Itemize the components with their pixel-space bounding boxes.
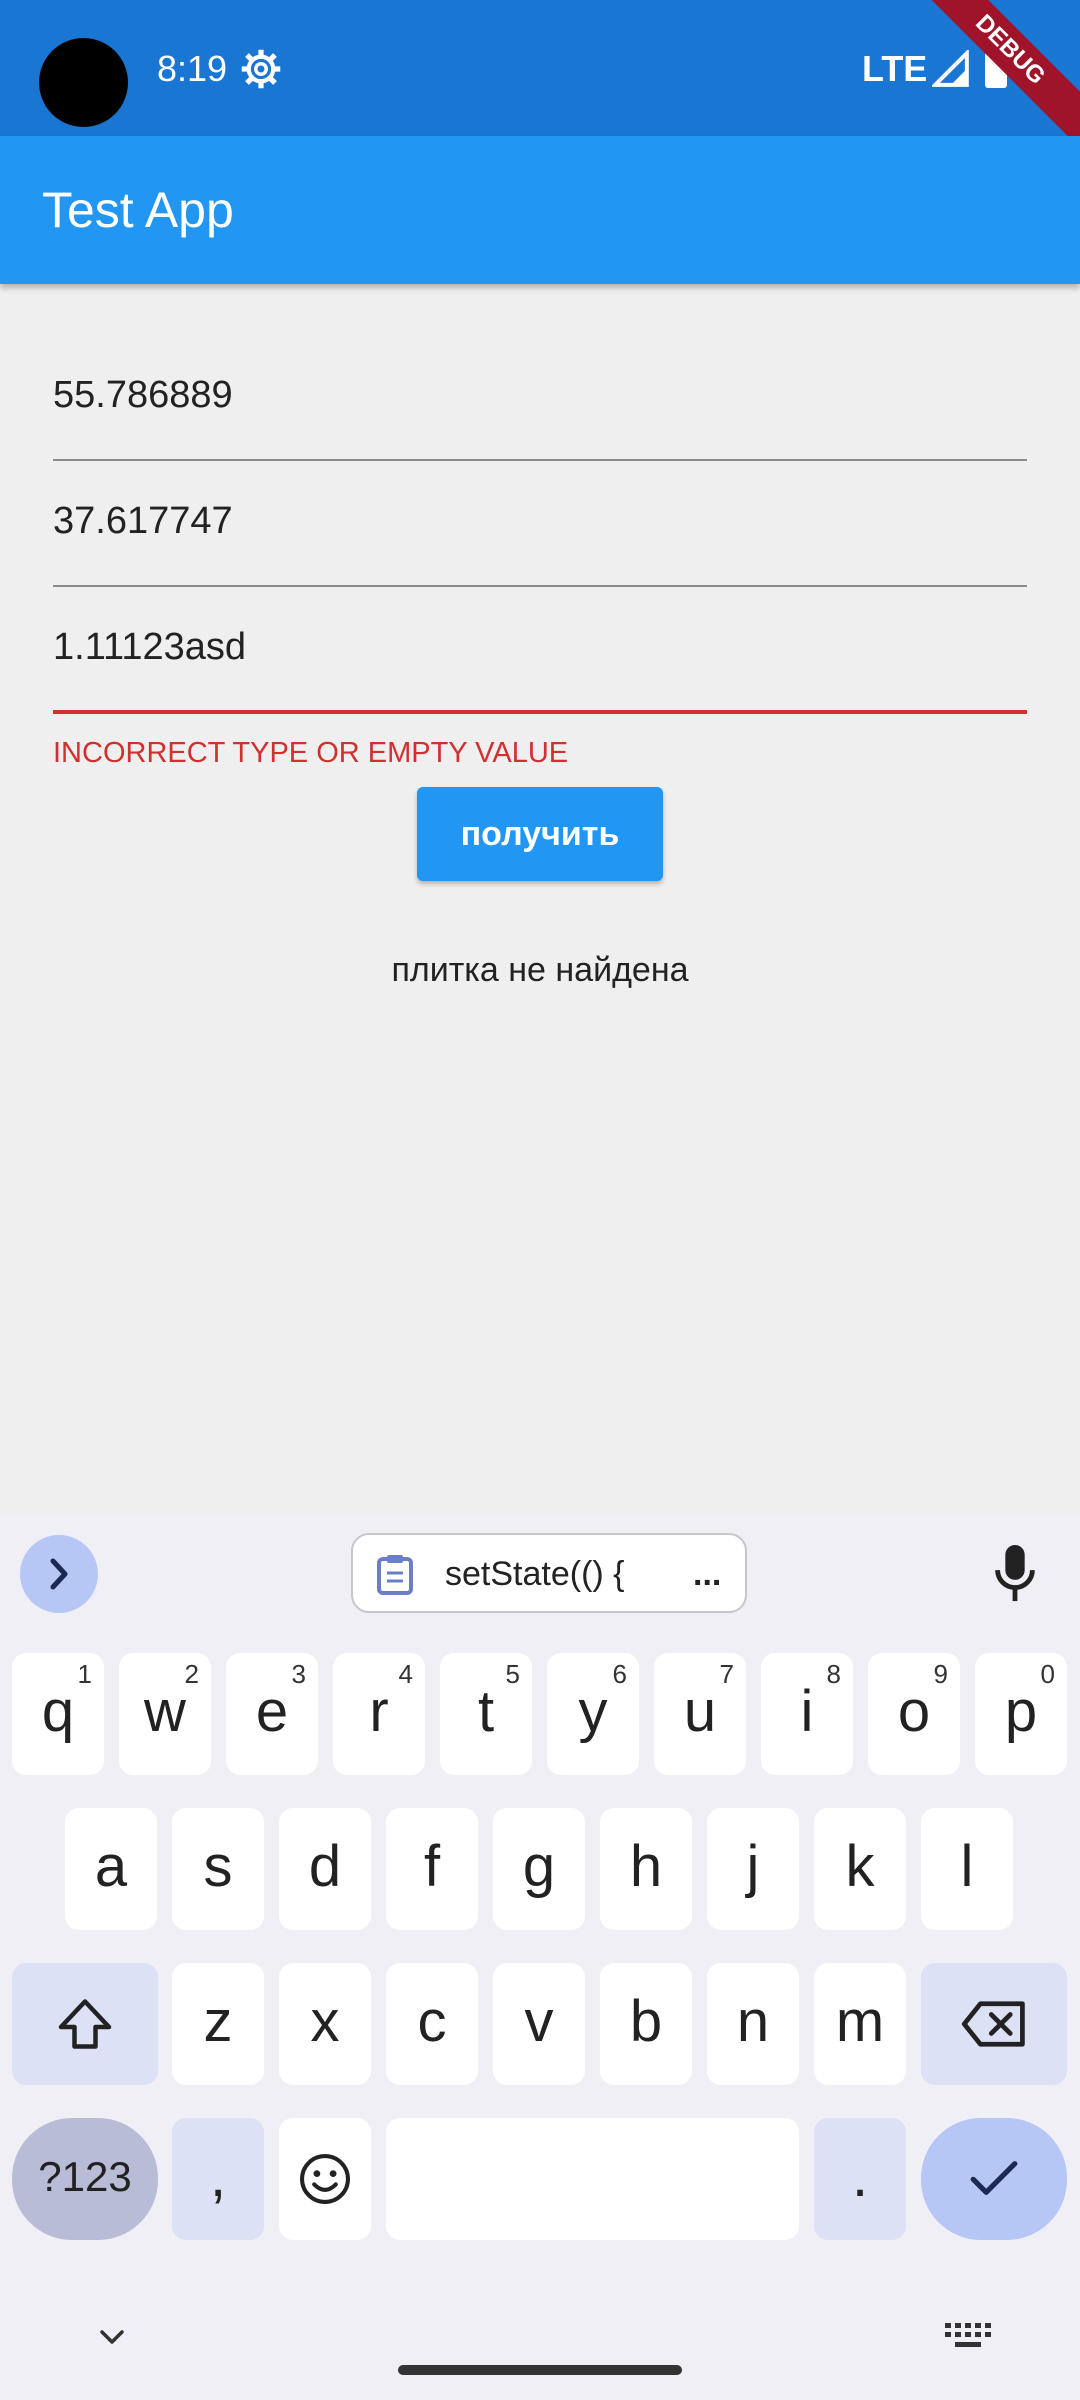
expand-toolbar-button[interactable]: [20, 1535, 98, 1613]
key-j[interactable]: j: [707, 1808, 799, 1930]
checkmark-icon: [970, 2161, 1018, 2195]
key-number-hint: 5: [505, 1659, 520, 1689]
debug-banner: DEBUG: [920, 0, 1080, 157]
key-number-hint: 4: [398, 1659, 413, 1689]
key-number-hint: 8: [826, 1659, 841, 1689]
hide-keyboard-chevron-icon[interactable]: [92, 2322, 132, 2352]
key-letter: o: [897, 1679, 931, 1744]
longitude-value[interactable]: 37.617747: [53, 496, 233, 546]
key-a[interactable]: a: [65, 1808, 157, 1930]
backspace-icon: [961, 2001, 1025, 2047]
key-number-hint: 0: [1040, 1659, 1055, 1689]
clipboard-text: setState(() {: [445, 1555, 625, 1593]
key-letter: i: [800, 1679, 814, 1744]
microphone-icon[interactable]: [995, 1545, 1035, 1603]
key-z[interactable]: z: [172, 1963, 264, 2085]
space-key[interactable]: [386, 2118, 799, 2240]
key-r[interactable]: r4: [333, 1653, 425, 1775]
key-p[interactable]: p0: [975, 1653, 1067, 1775]
key-n[interactable]: n: [707, 1963, 799, 2085]
key-y[interactable]: y6: [547, 1653, 639, 1775]
comma-key[interactable]: ,: [172, 2118, 264, 2240]
app-bar: Test App: [0, 136, 1080, 284]
key-letter: e: [255, 1679, 289, 1744]
get-button[interactable]: получить: [417, 787, 663, 881]
key-v[interactable]: v: [493, 1963, 585, 2085]
key-t[interactable]: t5: [440, 1653, 532, 1775]
period-key[interactable]: .: [814, 2118, 906, 2240]
key-b[interactable]: b: [600, 1963, 692, 2085]
key-number-hint: 1: [77, 1659, 92, 1689]
field-underline: [53, 459, 1027, 461]
result-text: плитка не найдена: [391, 951, 689, 989]
key-letter: w: [144, 1679, 186, 1744]
key-number-hint: 3: [291, 1659, 306, 1689]
key-f[interactable]: f: [386, 1808, 478, 1930]
field-underline-error: [53, 710, 1027, 714]
camera-cutout: [39, 38, 128, 127]
key-d[interactable]: d: [279, 1808, 371, 1930]
keyboard: setState(() { ... q1w2e3r4t5y6u7i8o9p0 a…: [0, 1515, 1080, 2400]
emoji-icon: [300, 2154, 350, 2204]
clipboard-icon: [377, 1555, 413, 1595]
symbols-key[interactable]: ?123: [12, 2118, 158, 2240]
home-indicator[interactable]: [398, 2365, 682, 2375]
field-underline: [53, 585, 1027, 587]
latitude-value[interactable]: 55.786889: [53, 370, 233, 420]
status-bar: 8:19 LTE DEBUG: [0, 0, 1080, 157]
error-message: INCORRECT TYPE OR EMPTY VALUE: [53, 737, 569, 769]
key-letter: y: [578, 1679, 608, 1744]
chevron-right-icon: [50, 1558, 68, 1590]
key-c[interactable]: c: [386, 1963, 478, 2085]
key-o[interactable]: o9: [868, 1653, 960, 1775]
key-x[interactable]: x: [279, 1963, 371, 2085]
key-m[interactable]: m: [814, 1963, 906, 2085]
key-i[interactable]: i8: [761, 1653, 853, 1775]
clipboard-ellipsis: ...: [693, 1555, 722, 1593]
key-q[interactable]: q1: [12, 1653, 104, 1775]
key-h[interactable]: h: [600, 1808, 692, 1930]
enter-key[interactable]: [921, 2118, 1067, 2240]
key-letter: p: [1004, 1679, 1038, 1744]
emoji-key[interactable]: [279, 2118, 371, 2240]
page-title: Test App: [42, 182, 234, 238]
key-letter: u: [683, 1679, 717, 1744]
key-number-hint: 7: [719, 1659, 734, 1689]
key-letter: t: [477, 1679, 495, 1744]
key-letter: r: [369, 1679, 389, 1744]
status-time: 8:19: [157, 48, 228, 89]
key-letter: q: [41, 1679, 75, 1744]
key-l[interactable]: l: [921, 1808, 1013, 1930]
key-number-hint: 6: [612, 1659, 627, 1689]
key-u[interactable]: u7: [654, 1653, 746, 1775]
key-e[interactable]: e3: [226, 1653, 318, 1775]
key-number-hint: 2: [184, 1659, 199, 1689]
key-k[interactable]: k: [814, 1808, 906, 1930]
clipboard-suggestion[interactable]: setState(() { ...: [351, 1533, 747, 1613]
keyboard-switch-icon[interactable]: [945, 2323, 991, 2349]
settings-gear-icon: [241, 49, 281, 89]
shift-key[interactable]: [12, 1963, 158, 2085]
shift-icon: [58, 1999, 112, 2049]
network-type: LTE: [862, 48, 928, 89]
backspace-key[interactable]: [921, 1963, 1067, 2085]
key-s[interactable]: s: [172, 1808, 264, 1930]
zoom-value[interactable]: 1.11123asd: [53, 622, 246, 672]
key-w[interactable]: w2: [119, 1653, 211, 1775]
key-number-hint: 9: [933, 1659, 948, 1689]
key-g[interactable]: g: [493, 1808, 585, 1930]
